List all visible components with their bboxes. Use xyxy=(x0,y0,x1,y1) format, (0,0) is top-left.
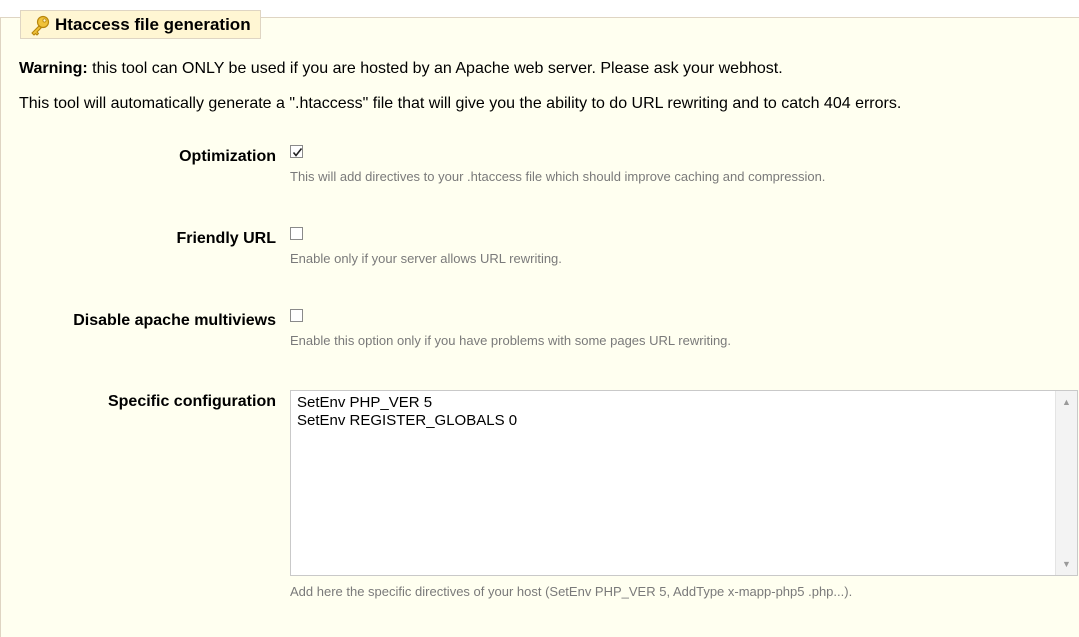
scroll-up-arrow-icon[interactable]: ▲ xyxy=(1056,393,1077,411)
intro-text: This tool will automatically generate a … xyxy=(19,95,902,112)
multiviews-checkbox[interactable] xyxy=(290,309,303,322)
optimization-checkbox[interactable] xyxy=(290,145,303,158)
section-title: Htaccess file generation xyxy=(55,14,251,34)
specific-config-textarea[interactable]: SetEnv PHP_VER 5 SetEnv REGISTER_GLOBALS… xyxy=(291,391,1055,575)
warning-prefix: Warning: xyxy=(19,60,88,77)
specific-config-box: SetEnv PHP_VER 5 SetEnv REGISTER_GLOBALS… xyxy=(290,390,1078,576)
friendly-url-label: Friendly URL xyxy=(176,230,276,247)
optimization-hint: This will add directives to your .htacce… xyxy=(290,169,826,184)
optimization-label: Optimization xyxy=(179,148,276,165)
scroll-down-arrow-icon[interactable]: ▼ xyxy=(1056,555,1077,573)
section-legend: Htaccess file generation xyxy=(20,10,261,39)
specific-config-label: Specific configuration xyxy=(107,393,276,410)
multiviews-label: Disable apache multiviews xyxy=(73,312,276,329)
warning-message: Warning: this tool can ONLY be used if y… xyxy=(19,60,783,78)
key-icon xyxy=(29,14,51,36)
warning-text: this tool can ONLY be used if you are ho… xyxy=(87,60,783,77)
friendly-url-hint: Enable only if your server allows URL re… xyxy=(290,251,562,266)
specific-config-hint: Add here the specific directives of your… xyxy=(290,584,853,599)
textarea-scrollbar[interactable]: ▲ ▼ xyxy=(1055,391,1077,575)
checkmark-icon xyxy=(292,148,303,157)
friendly-url-checkbox[interactable] xyxy=(290,227,303,240)
multiviews-hint: Enable this option only if you have prob… xyxy=(290,333,732,348)
